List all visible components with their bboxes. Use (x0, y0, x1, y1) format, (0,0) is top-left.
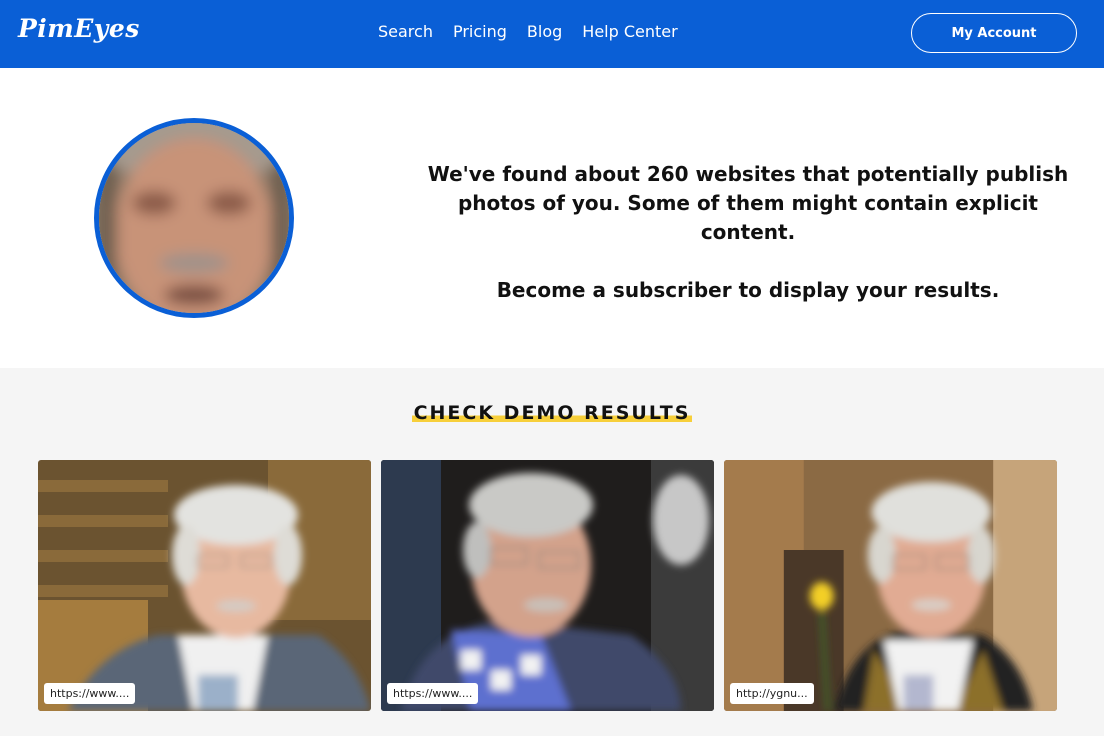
nav-pricing-link[interactable]: Pricing (453, 22, 507, 41)
demo-result-card[interactable]: https://www.... (381, 460, 714, 711)
demo-results-section: CHECK DEMO RESULTS https://www.... https… (0, 368, 1104, 736)
pimeyes-logo[interactable]: PimEyes (18, 14, 140, 43)
found-websites-text: We've found about 260 websites that pote… (427, 162, 1069, 244)
demo-results-heading: CHECK DEMO RESULTS (411, 402, 693, 424)
nav-help-center-link[interactable]: Help Center (582, 22, 677, 41)
nav-search-link[interactable]: Search (378, 22, 433, 41)
top-navigation-bar: PimEyes Search Pricing Blog Help Center … (0, 0, 1104, 68)
results-message: We've found about 260 websites that pote… (412, 160, 1084, 305)
result-photo (724, 460, 1057, 711)
demo-result-card[interactable]: http://ygnu... (724, 460, 1057, 711)
result-url-badge: https://www.... (44, 683, 136, 704)
searched-face-avatar (94, 118, 294, 318)
search-result-summary: We've found about 260 websites that pote… (0, 68, 1104, 368)
result-photo (38, 460, 371, 711)
result-photo (381, 460, 714, 711)
my-account-button[interactable]: My Account (911, 13, 1077, 53)
result-url-badge: http://ygnu... (730, 683, 814, 704)
nav-blog-link[interactable]: Blog (527, 22, 562, 41)
subscribe-prompt-text: Become a subscriber to display your resu… (496, 278, 1000, 302)
demo-result-card[interactable]: https://www.... (38, 460, 371, 711)
result-url-badge: https://www.... (387, 683, 479, 704)
main-nav: Search Pricing Blog Help Center (378, 22, 678, 41)
blurred-face-image (99, 123, 289, 313)
